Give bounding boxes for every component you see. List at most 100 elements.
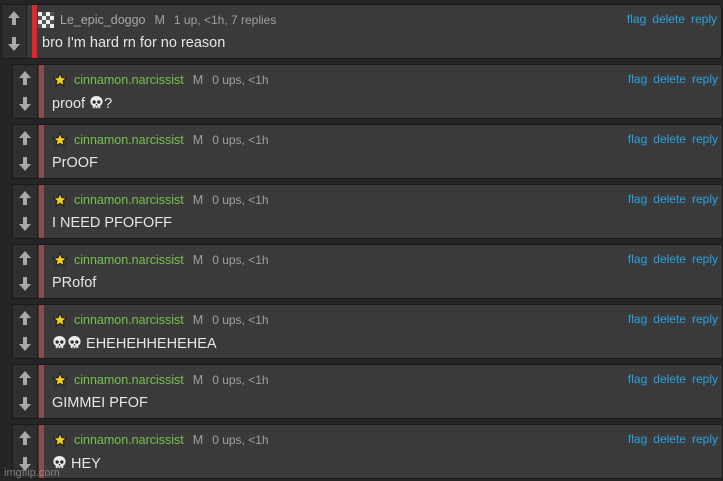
delete-link[interactable]: delete xyxy=(653,432,686,446)
username-link[interactable]: cinnamon.narcissist xyxy=(74,373,184,387)
flag-link[interactable]: flag xyxy=(628,312,647,326)
star-badge-icon[interactable] xyxy=(52,312,68,328)
down-arrow-icon xyxy=(8,37,20,51)
vote-column xyxy=(13,65,38,118)
reply-comment: cinnamon.narcissist M 0 ups, <1h flag de… xyxy=(12,244,723,299)
vote-column xyxy=(13,245,38,298)
reply-link[interactable]: reply xyxy=(692,312,718,326)
upvote-button[interactable] xyxy=(15,307,35,329)
flag-link[interactable]: flag xyxy=(628,192,647,206)
comment-meta: Le_epic_doggo M 1 up, <1h, 7 replies xyxy=(38,12,276,28)
comment-text-pre: I NEED PFOFOFF xyxy=(52,215,173,231)
vote-column xyxy=(13,125,38,178)
upvote-button[interactable] xyxy=(15,127,35,149)
comment-actions: flag delete reply xyxy=(621,12,717,26)
skull-emoji-icon xyxy=(53,335,66,349)
flag-link[interactable]: flag xyxy=(628,432,647,446)
up-arrow-icon xyxy=(19,311,31,325)
up-arrow-icon xyxy=(19,131,31,145)
downvote-button[interactable] xyxy=(15,273,35,295)
star-badge-icon[interactable] xyxy=(52,252,68,268)
comment-meta: cinnamon.narcissist M 0 ups, <1h xyxy=(52,132,269,148)
username-link[interactable]: cinnamon.narcissist xyxy=(74,313,184,327)
flag-link[interactable]: flag xyxy=(628,132,647,146)
downvote-button[interactable] xyxy=(15,213,35,235)
vote-column xyxy=(2,5,27,58)
star-badge-icon[interactable] xyxy=(52,432,68,448)
down-arrow-icon xyxy=(19,157,31,171)
down-arrow-icon xyxy=(19,397,31,411)
comment-text-pre: GIMMEI PFOF xyxy=(52,395,148,411)
upvote-button[interactable] xyxy=(15,67,35,89)
downvote-button[interactable] xyxy=(15,333,35,355)
up-arrow-icon xyxy=(19,71,31,85)
delete-link[interactable]: delete xyxy=(652,12,685,26)
vote-column xyxy=(13,365,38,418)
comment-side-bar xyxy=(39,125,44,178)
username-link[interactable]: cinnamon.narcissist xyxy=(74,253,184,267)
flag-link[interactable]: flag xyxy=(628,72,647,86)
reply-link[interactable]: reply xyxy=(691,12,717,26)
upvote-button[interactable] xyxy=(15,367,35,389)
comment-content: cinnamon.narcissist M 0 ups, <1h flag de… xyxy=(52,365,722,418)
flag-link[interactable]: flag xyxy=(628,252,647,266)
vote-column xyxy=(13,185,38,238)
reply-link[interactable]: reply xyxy=(692,192,718,206)
comment-body: PrOOF xyxy=(52,155,98,171)
flag-link[interactable]: flag xyxy=(627,12,646,26)
comment-meta: cinnamon.narcissist M 0 ups, <1h xyxy=(52,192,269,208)
checkered-avatar-icon[interactable] xyxy=(38,12,54,28)
comment-stats: 0 ups, <1h xyxy=(212,313,269,327)
comment-text-pre: PRofof xyxy=(52,275,97,291)
downvote-button[interactable] xyxy=(15,93,35,115)
comment-meta: cinnamon.narcissist M 0 ups, <1h xyxy=(52,372,269,388)
downvote-button[interactable] xyxy=(15,153,35,175)
delete-link[interactable]: delete xyxy=(653,132,686,146)
upvote-button[interactable] xyxy=(15,427,35,449)
delete-link[interactable]: delete xyxy=(653,72,686,86)
delete-link[interactable]: delete xyxy=(653,372,686,386)
skull-emoji-icon xyxy=(68,335,81,349)
upvote-button[interactable] xyxy=(4,7,24,29)
reply-link[interactable]: reply xyxy=(692,72,718,86)
reply-comment: cinnamon.narcissist M 0 ups, <1h flag de… xyxy=(12,124,723,179)
star-badge-icon[interactable] xyxy=(52,132,68,148)
reply-link[interactable]: reply xyxy=(692,432,718,446)
username-link[interactable]: cinnamon.narcissist xyxy=(74,433,184,447)
comment-body: bro I'm hard rn for no reason xyxy=(42,35,226,51)
comment-side-bar xyxy=(39,305,44,358)
username-link[interactable]: cinnamon.narcissist xyxy=(74,193,184,207)
username-link[interactable]: cinnamon.narcissist xyxy=(74,133,184,147)
star-badge-icon[interactable] xyxy=(52,192,68,208)
comment-content: cinnamon.narcissist M 0 ups, <1h flag de… xyxy=(52,185,722,238)
delete-link[interactable]: delete xyxy=(653,252,686,266)
down-arrow-icon xyxy=(19,337,31,351)
reply-link[interactable]: reply xyxy=(692,252,718,266)
comment-text-post: ? xyxy=(104,96,113,112)
down-arrow-icon xyxy=(19,217,31,231)
downvote-button[interactable] xyxy=(15,393,35,415)
upvote-button[interactable] xyxy=(15,187,35,209)
comment-actions: flag delete reply xyxy=(622,432,718,446)
parent-comment: Le_epic_doggo M 1 up, <1h, 7 replies fla… xyxy=(1,4,722,59)
delete-link[interactable]: delete xyxy=(653,312,686,326)
comment-content: Le_epic_doggo M 1 up, <1h, 7 replies fla… xyxy=(38,5,721,58)
up-arrow-icon xyxy=(19,371,31,385)
comment-stats: 0 ups, <1h xyxy=(212,373,269,387)
comment-meta: cinnamon.narcissist M 0 ups, <1h xyxy=(52,72,269,88)
star-badge-icon[interactable] xyxy=(52,72,68,88)
reply-link[interactable]: reply xyxy=(692,132,718,146)
comment-actions: flag delete reply xyxy=(622,192,718,206)
username-link[interactable]: cinnamon.narcissist xyxy=(74,73,184,87)
comment-body: PRofof xyxy=(52,275,96,291)
delete-link[interactable]: delete xyxy=(653,192,686,206)
up-arrow-icon xyxy=(19,431,31,445)
flag-link[interactable]: flag xyxy=(628,372,647,386)
reply-link[interactable]: reply xyxy=(692,372,718,386)
upvote-button[interactable] xyxy=(15,247,35,269)
downvote-button[interactable] xyxy=(4,33,24,55)
star-badge-icon[interactable] xyxy=(52,372,68,388)
username-link[interactable]: Le_epic_doggo xyxy=(60,13,146,27)
gender-label: M xyxy=(192,433,204,447)
comment-body: I NEED PFOFOFF xyxy=(52,215,172,231)
